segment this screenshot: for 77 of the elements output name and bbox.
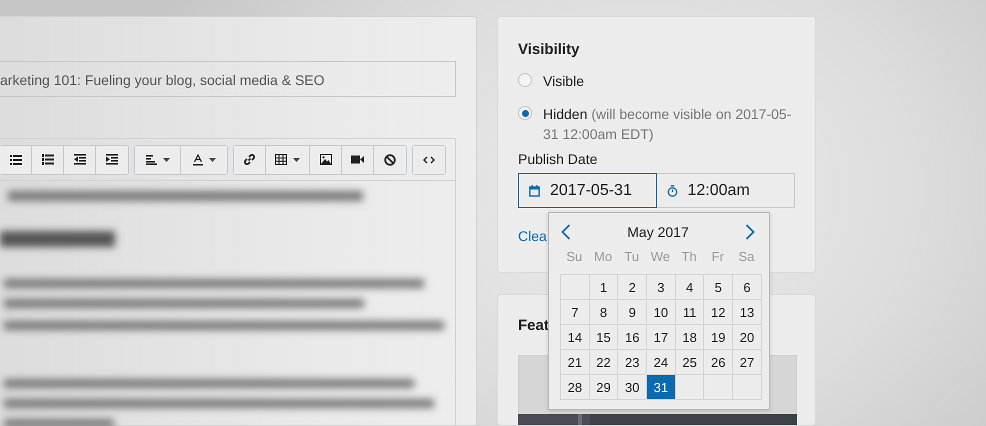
month-title: May 2017 — [627, 224, 689, 240]
time-field[interactable]: 12:00am — [656, 173, 795, 208]
day-cell[interactable]: 4 — [676, 275, 704, 300]
next-month-icon[interactable] — [744, 224, 755, 240]
day-cell[interactable]: 20 — [733, 325, 762, 350]
day-cell[interactable]: 11 — [676, 300, 704, 325]
indent-button[interactable] — [96, 146, 128, 174]
card-title: Visibility — [518, 41, 580, 58]
day-cell[interactable]: 27 — [733, 350, 762, 375]
day-cell[interactable]: 26 — [704, 350, 734, 375]
date-field[interactable]: 2017-05-31 — [518, 173, 656, 208]
weekday-label: Tu — [623, 248, 640, 266]
field-label: Publish Date — [518, 151, 598, 167]
day-cell[interactable]: 31 — [647, 375, 676, 400]
day-cell[interactable]: 21 — [561, 350, 590, 375]
day-cell[interactable]: 23 — [618, 350, 648, 375]
outdent-button[interactable] — [64, 146, 96, 174]
radio-label: Hidden (will become visible on 2017-05-31 12:00am EDT) — [543, 105, 792, 144]
align-left-icon — [146, 154, 156, 164]
day-cell[interactable]: 12 — [704, 300, 734, 325]
radio-label: Visible — [543, 72, 584, 91]
day-cell[interactable]: 1 — [590, 275, 618, 300]
stopwatch-icon — [666, 184, 678, 196]
text-color-button[interactable] — [181, 146, 227, 174]
day-cell[interactable]: 10 — [647, 300, 676, 325]
text-color-icon — [192, 154, 202, 166]
day-cell[interactable]: 17 — [647, 325, 676, 350]
image-icon — [320, 154, 332, 165]
day-cell[interactable]: 22 — [590, 350, 618, 375]
indent-icon — [106, 154, 118, 165]
link-button[interactable] — [234, 146, 266, 174]
weekday-label: Fr — [710, 248, 725, 266]
day-cell[interactable]: 7 — [561, 300, 590, 325]
table-button[interactable] — [266, 146, 310, 174]
clear-link[interactable]: Clea — [518, 228, 547, 244]
block-icon — [384, 154, 396, 166]
link-icon — [244, 154, 255, 165]
caret-icon — [208, 158, 216, 162]
day-cell[interactable]: 6 — [733, 275, 762, 300]
day-cell[interactable]: 28 — [561, 375, 590, 400]
day-cell[interactable]: 3 — [647, 275, 676, 300]
day-cell[interactable]: 29 — [590, 375, 618, 400]
code-icon — [423, 156, 435, 164]
caret-icon — [162, 158, 170, 162]
day-cell[interactable]: 19 — [704, 325, 734, 350]
day-cell[interactable]: 14 — [561, 325, 590, 350]
numbered-list-icon — [42, 154, 54, 165]
weekday-label: Th — [680, 248, 698, 266]
day-cell[interactable]: 15 — [590, 325, 618, 350]
table-icon — [275, 154, 287, 165]
day-cell[interactable]: 13 — [733, 300, 762, 325]
align-button[interactable] — [135, 146, 181, 174]
weekday-label: We — [650, 248, 672, 266]
day-cell[interactable]: 9 — [618, 300, 648, 325]
empty-day-cell — [704, 375, 734, 400]
day-cell[interactable]: 5 — [704, 275, 734, 300]
numbered-list-button[interactable] — [32, 146, 64, 174]
bullet-list-icon — [10, 154, 22, 164]
card-title: Feat — [518, 317, 550, 334]
day-cell[interactable]: 8 — [590, 300, 618, 325]
radio-button[interactable] — [518, 73, 532, 87]
video-camera-icon — [351, 155, 364, 164]
day-cell[interactable]: 25 — [676, 350, 704, 375]
radio-button[interactable] — [518, 106, 532, 120]
calendar-icon — [529, 184, 540, 196]
weekday-label: Mo — [593, 248, 614, 266]
day-cell[interactable]: 18 — [676, 325, 704, 350]
weekday-label: Sa — [738, 248, 756, 266]
day-cell[interactable]: 16 — [618, 325, 648, 350]
title-field[interactable]: arketing 101: Fueling your blog, social media & SEO — [0, 61, 456, 97]
day-cell[interactable]: 2 — [618, 275, 648, 300]
bullet-list-button[interactable] — [0, 146, 32, 174]
previous-month-icon[interactable] — [561, 224, 571, 240]
caret-icon — [293, 158, 300, 162]
weekday-label: Su — [565, 248, 584, 266]
empty-day-cell — [733, 375, 762, 400]
outdent-icon — [74, 154, 86, 165]
